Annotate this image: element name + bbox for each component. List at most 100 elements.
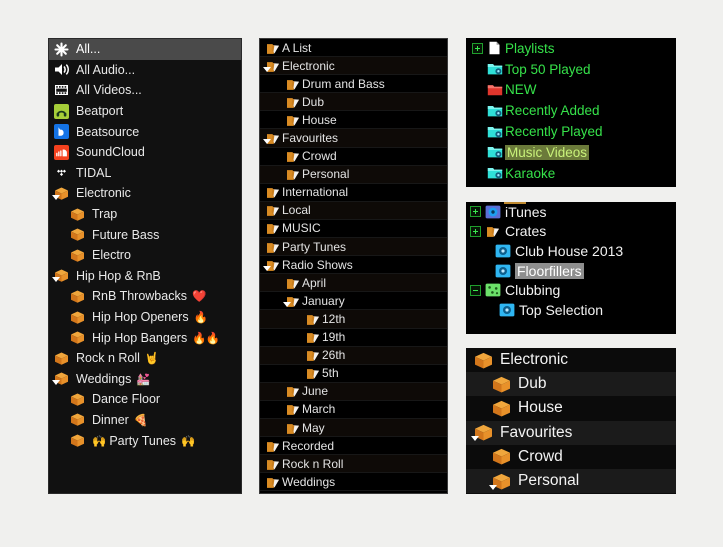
source-row[interactable]: Beatport bbox=[49, 101, 241, 122]
crate-tree-row[interactable]: 19th bbox=[260, 328, 447, 347]
big-crate-row[interactable]: House bbox=[466, 396, 676, 421]
folder-icon bbox=[284, 421, 302, 435]
crate-tree-row[interactable]: Personal bbox=[260, 165, 447, 184]
red-folder-icon bbox=[486, 83, 503, 97]
playlist-row[interactable]: NEW bbox=[466, 80, 676, 101]
library-panel: iTunes Crates Club House 2013 Floorfillers C… bbox=[466, 202, 676, 334]
library-row[interactable]: iTunes bbox=[466, 202, 676, 222]
folder-icon bbox=[263, 258, 282, 272]
source-row[interactable]: 🙌 Party Tunes 🙌 bbox=[49, 430, 241, 451]
source-row-label: Electro bbox=[92, 248, 131, 263]
library-row-label: Club House 2013 bbox=[515, 242, 624, 259]
crate-tree-row-label: Rock n Roll bbox=[282, 456, 344, 471]
playlist-row[interactable]: Music Videos bbox=[466, 142, 676, 163]
source-row[interactable]: RnB Throwbacks ❤️ bbox=[49, 286, 241, 307]
crate-tree-row-label: Radio Shows bbox=[282, 257, 353, 272]
crate-tree-row[interactable]: March bbox=[260, 400, 447, 419]
folder-icon bbox=[264, 185, 282, 199]
expand-plus-icon[interactable] bbox=[470, 225, 481, 237]
page-icon bbox=[486, 41, 503, 55]
source-row-selected[interactable]: All... bbox=[49, 39, 241, 60]
source-row[interactable]: Trap bbox=[49, 204, 241, 225]
crate-tree-row[interactable]: Weddings bbox=[260, 473, 447, 492]
source-row[interactable]: Weddings 💒 bbox=[49, 369, 241, 390]
source-row[interactable]: SoundCloud bbox=[49, 142, 241, 163]
crate-tree-row[interactable]: Recorded bbox=[260, 437, 447, 456]
big-crate-row[interactable]: Personal bbox=[466, 468, 676, 494]
source-row[interactable]: All Videos... bbox=[49, 80, 241, 101]
library-row[interactable]: Top Selection bbox=[466, 300, 676, 320]
crate-tree-row[interactable]: Rock n Roll bbox=[260, 455, 447, 474]
crate-tree-row-label: May bbox=[302, 420, 325, 435]
expand-plus-icon[interactable] bbox=[470, 206, 481, 218]
crate-disc-icon bbox=[494, 244, 512, 258]
smart-folder-icon bbox=[486, 62, 503, 76]
crate-tree-row[interactable]: MUSIC bbox=[260, 219, 447, 239]
crate-tree-row[interactable]: January bbox=[260, 292, 447, 311]
crate-tree-row[interactable]: June bbox=[260, 382, 447, 401]
source-row-label: Dance Floor bbox=[92, 392, 161, 407]
crate-tree-row[interactable]: Party Tunes bbox=[260, 238, 447, 257]
source-row[interactable]: Dance Floor bbox=[49, 389, 241, 410]
source-row-label: Future Bass bbox=[92, 227, 160, 242]
big-crate-row[interactable]: Crowd bbox=[466, 444, 676, 469]
folder-icon bbox=[304, 312, 322, 326]
crate-tree-row[interactable]: International bbox=[260, 183, 447, 202]
library-row[interactable]: Crates bbox=[466, 222, 676, 242]
crate-tree-row[interactable]: Dub bbox=[260, 93, 447, 112]
source-row[interactable]: Electro bbox=[49, 245, 241, 266]
film-icon bbox=[53, 83, 70, 98]
playlist-row[interactable]: Recently Added bbox=[466, 100, 676, 121]
collapse-minus-icon[interactable] bbox=[470, 284, 481, 296]
crate-tree-row[interactable]: May bbox=[260, 418, 447, 438]
playlist-row[interactable]: Top 50 Played bbox=[466, 59, 676, 80]
crate-tree-row[interactable]: Radio Shows bbox=[260, 256, 447, 275]
smart-folder-icon bbox=[486, 104, 503, 118]
crate-tree-row[interactable]: Electronic bbox=[260, 57, 447, 76]
crate-icon bbox=[471, 423, 494, 442]
source-row[interactable]: Future Bass bbox=[49, 224, 241, 245]
crate-tree-row[interactable]: House bbox=[260, 111, 447, 130]
playlist-row[interactable]: Recently Played bbox=[466, 121, 676, 142]
crate-tree-row-label: January bbox=[302, 293, 345, 308]
source-row[interactable]: Electronic bbox=[49, 183, 241, 204]
crate-tree-row[interactable]: Drum and Bass bbox=[260, 75, 447, 94]
source-row-label: Rock n Roll bbox=[76, 351, 140, 366]
folder-icon bbox=[304, 330, 322, 344]
crate-icon bbox=[490, 399, 512, 418]
crate-tree-row[interactable]: 5th bbox=[260, 364, 447, 383]
crate-icon bbox=[69, 330, 86, 345]
source-row[interactable]: Dinner 🍕 bbox=[49, 410, 241, 431]
source-row[interactable]: Beatsource bbox=[49, 121, 241, 142]
crate-tree-row[interactable]: A List bbox=[260, 39, 447, 58]
source-row[interactable]: All Audio... bbox=[49, 60, 241, 81]
crate-tree-row[interactable]: Crowd bbox=[260, 147, 447, 166]
folder-icon bbox=[264, 439, 282, 453]
library-row[interactable]: Floorfillers bbox=[466, 261, 676, 281]
crate-tree-row[interactable]: 26th bbox=[260, 346, 447, 365]
source-row-label: All Audio... bbox=[76, 62, 136, 77]
big-crate-row[interactable]: Favourites bbox=[466, 420, 676, 445]
library-row[interactable]: Clubbing bbox=[466, 280, 676, 300]
crate-tree-row[interactable]: April bbox=[260, 274, 447, 293]
crate-tree-row[interactable]: Favourites bbox=[260, 129, 447, 148]
big-crate-row[interactable]: Dub bbox=[466, 372, 676, 397]
big-crate-row[interactable]: Electronic bbox=[466, 348, 676, 373]
source-row[interactable]: Hip Hop & RnB bbox=[49, 266, 241, 287]
crate-icon bbox=[52, 371, 70, 386]
crate-tree-row[interactable]: Local bbox=[260, 201, 447, 220]
source-row-label: Party Tunes bbox=[109, 433, 177, 448]
playlists-panel: Playlists Top 50 Played NEW Recently Added R… bbox=[466, 38, 676, 187]
crate-icon bbox=[472, 351, 494, 370]
source-row[interactable]: TIDAL bbox=[49, 163, 241, 184]
playlist-row[interactable]: Karaoke bbox=[466, 163, 676, 184]
source-row[interactable]: Hip Hop Bangers 🔥🔥 bbox=[49, 327, 241, 348]
folder-icon bbox=[284, 402, 302, 416]
source-row[interactable]: Hip Hop Openers 🔥 bbox=[49, 307, 241, 328]
crate-tree-row[interactable]: 12th bbox=[260, 310, 447, 329]
playlist-row[interactable]: Playlists bbox=[466, 38, 676, 59]
source-row[interactable]: Rock n Roll 🤘 bbox=[49, 348, 241, 369]
crate-disc-icon bbox=[498, 303, 516, 317]
library-row[interactable]: Club House 2013 bbox=[466, 241, 676, 261]
expand-plus-icon[interactable] bbox=[472, 42, 483, 54]
